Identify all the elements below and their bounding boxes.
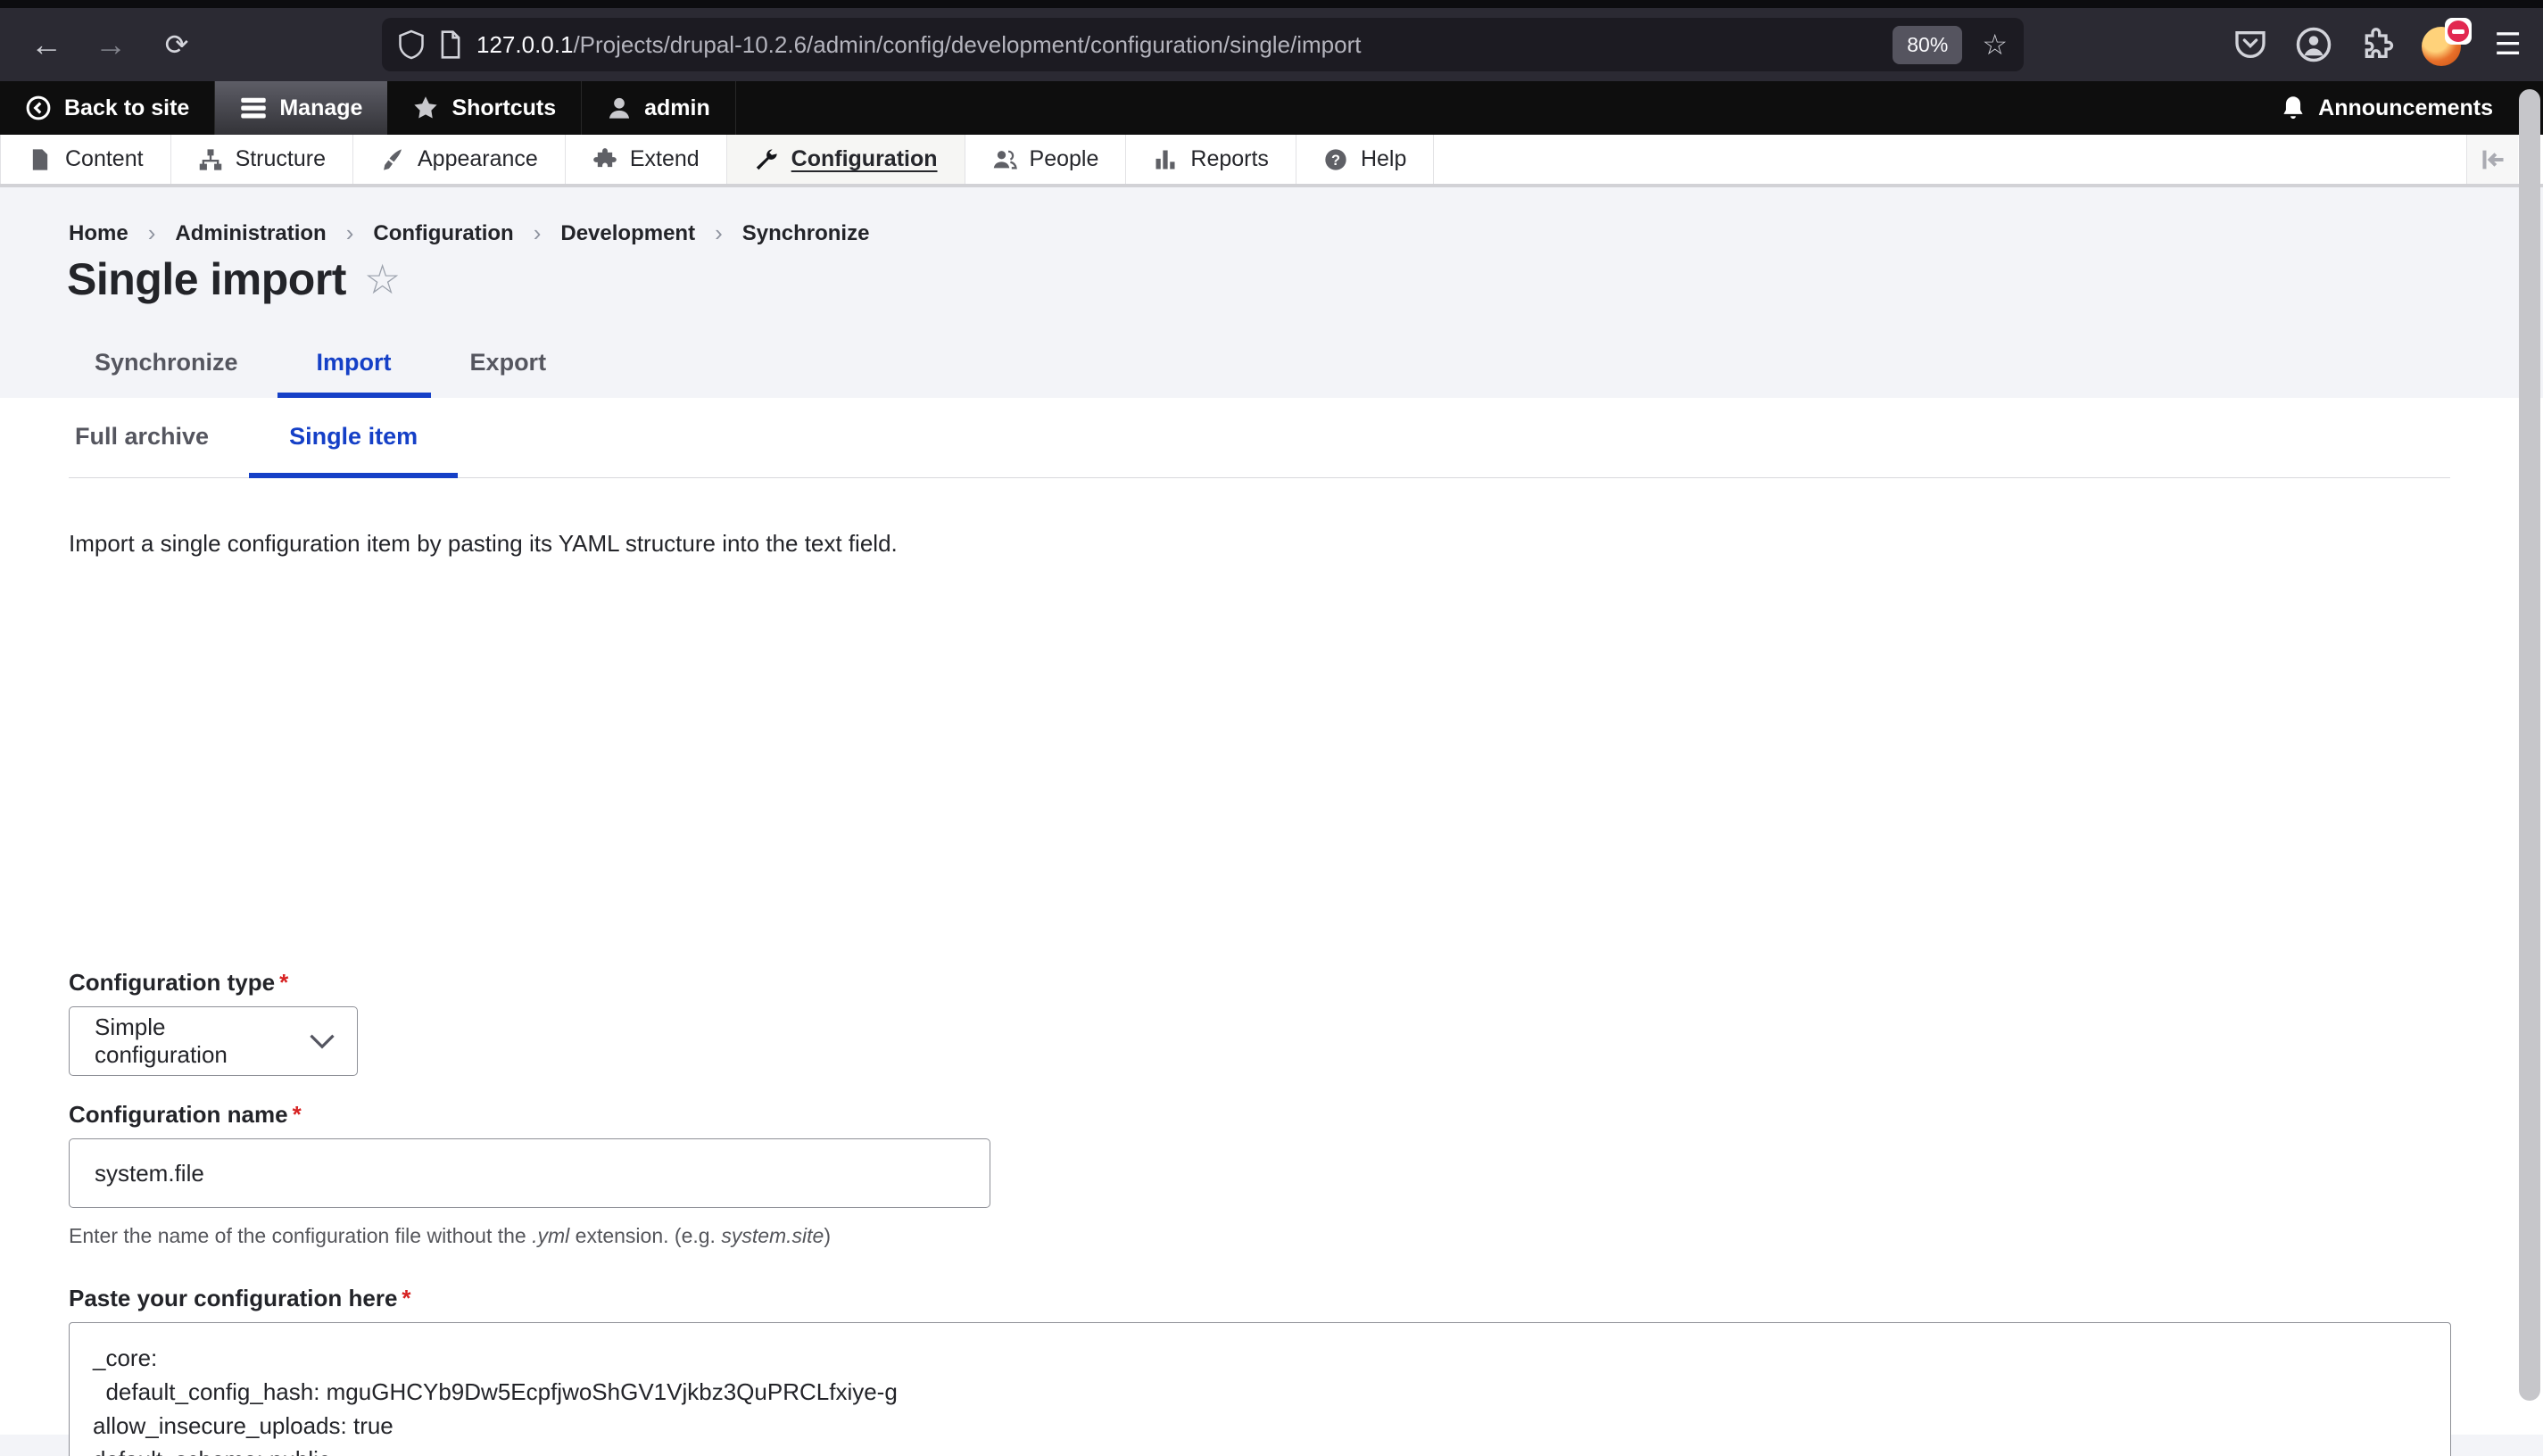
browser-forward-button[interactable]: →	[84, 8, 137, 81]
admin-menu-bar: Content Structure Appearance Extend Conf…	[0, 135, 2543, 187]
selected-value: Simple configuration	[95, 1013, 293, 1069]
browser-chrome: ← → ⟳ 127.0.0.1/Projects/drupal-10.2.6/a…	[0, 0, 2543, 81]
page-info-icon[interactable]	[439, 30, 462, 59]
configuration-type-label: Configuration type*	[69, 969, 288, 997]
paste-configuration-wrapper: _core: default_config_hash: mguGHCYb9Dw5…	[69, 1322, 2451, 1456]
primary-tabs: Synchronize Import Export	[55, 334, 585, 398]
breadcrumb-separator: ›	[715, 219, 723, 247]
browser-reload-button[interactable]: ⟳	[150, 8, 203, 81]
configuration-name-input[interactable]	[69, 1138, 990, 1208]
menu-item-appearance[interactable]: Appearance	[353, 135, 566, 184]
address-bar[interactable]: 127.0.0.1/Projects/drupal-10.2.6/admin/c…	[382, 18, 2024, 71]
menu-item-structure[interactable]: Structure	[171, 135, 353, 184]
page-header: Home › Administration › Configuration › …	[0, 187, 2543, 398]
admin-toolbar: Back to site Manage Shortcuts admin Anno…	[0, 81, 2543, 135]
breadcrumb-link-administration[interactable]: Administration	[175, 221, 326, 246]
manage-hamburger-icon	[240, 96, 267, 120]
shortcuts-button[interactable]: Shortcuts	[387, 81, 582, 135]
configuration-type-select[interactable]: Simple configuration	[69, 1006, 358, 1076]
paste-configuration-textarea[interactable]: _core: default_config_hash: mguGHCYb9Dw5…	[69, 1322, 2451, 1456]
svg-text:?: ?	[1331, 152, 1340, 168]
user-label: admin	[644, 95, 710, 121]
breadcrumb-link-development[interactable]: Development	[560, 221, 695, 246]
menu-label: Configuration	[791, 146, 938, 172]
help-icon: ?	[1323, 147, 1348, 172]
appearance-brush-icon	[380, 147, 405, 172]
shortcuts-star-icon	[412, 95, 439, 121]
menu-label: Help	[1361, 146, 1406, 172]
browser-tab-strip	[0, 0, 2543, 8]
breadcrumb-separator: ›	[346, 219, 354, 247]
chevron-down-icon	[309, 1032, 335, 1050]
paste-configuration-label: Paste your configuration here*	[69, 1285, 411, 1312]
reports-chart-icon	[1153, 147, 1178, 172]
pocket-icon[interactable]	[2232, 27, 2268, 62]
browser-toolbar-icons: ☰	[2232, 8, 2522, 81]
menu-item-extend[interactable]: Extend	[566, 135, 727, 184]
url-text: 127.0.0.1/Projects/drupal-10.2.6/admin/c…	[476, 31, 1362, 59]
announcements-button[interactable]: Announcements	[2281, 81, 2493, 135]
tab-import[interactable]: Import	[277, 334, 431, 398]
collapse-left-icon	[2480, 149, 2506, 170]
announcements-label: Announcements	[2318, 95, 2493, 121]
structure-sitemap-icon	[198, 147, 223, 172]
configuration-wrench-icon	[754, 147, 779, 172]
menu-label: People	[1030, 146, 1099, 172]
secondary-tabs: Full archive Single item	[35, 398, 458, 478]
tab-synchronize[interactable]: Synchronize	[55, 334, 277, 398]
user-icon	[607, 95, 632, 120]
intro-text: Import a single configuration item by pa…	[69, 530, 898, 558]
menu-label: Structure	[236, 146, 326, 172]
breadcrumb-link-home[interactable]: Home	[69, 221, 128, 246]
zoom-level-badge[interactable]: 80%	[1893, 26, 1962, 64]
main-content: Full archive Single item Import a single…	[0, 398, 2543, 1435]
manage-label: Manage	[279, 95, 362, 121]
menu-item-help[interactable]: ? Help	[1296, 135, 1434, 184]
firefox-extension-icon[interactable]	[2422, 21, 2468, 68]
extensions-puzzle-icon[interactable]	[2359, 27, 2395, 62]
menu-label: Appearance	[418, 146, 538, 172]
bookmark-star-icon[interactable]: ☆	[1982, 28, 2008, 62]
account-icon[interactable]	[2295, 26, 2332, 63]
shortcuts-label: Shortcuts	[451, 95, 556, 121]
content-file-icon	[28, 147, 53, 172]
page-title: Single import	[67, 253, 346, 305]
toolbar-collapse-button[interactable]	[2466, 135, 2518, 184]
menu-item-configuration[interactable]: Configuration	[727, 135, 965, 184]
breadcrumb: Home › Administration › Configuration › …	[69, 219, 869, 247]
menu-item-reports[interactable]: Reports	[1126, 135, 1296, 184]
menu-label: Content	[65, 146, 144, 172]
menu-label: Extend	[630, 146, 700, 172]
configuration-name-description: Enter the name of the configuration file…	[69, 1224, 831, 1248]
browser-menu-icon[interactable]: ☰	[2495, 27, 2522, 62]
breadcrumb-separator: ›	[148, 219, 156, 247]
required-mark: *	[402, 1285, 410, 1311]
menu-item-people[interactable]: People	[965, 135, 1127, 184]
bell-icon	[2281, 95, 2306, 121]
breadcrumb-link-synchronize[interactable]: Synchronize	[742, 221, 870, 246]
menu-item-content[interactable]: Content	[0, 135, 171, 184]
favorite-star-icon[interactable]: ☆	[364, 255, 401, 303]
tracking-shield-icon[interactable]	[398, 29, 425, 60]
user-account-button[interactable]: admin	[582, 81, 736, 135]
back-to-site-label: Back to site	[64, 95, 189, 121]
configuration-name-label: Configuration name*	[69, 1101, 302, 1129]
browser-scrollbar[interactable]	[2519, 89, 2540, 1401]
manage-button[interactable]: Manage	[215, 81, 387, 135]
breadcrumb-separator: ›	[534, 219, 542, 247]
subtab-single-item[interactable]: Single item	[249, 398, 458, 478]
extend-puzzle-icon	[592, 147, 617, 172]
required-mark: *	[279, 969, 288, 996]
menu-label: Reports	[1190, 146, 1269, 172]
people-icon	[992, 147, 1017, 172]
browser-back-button[interactable]: ←	[20, 8, 73, 81]
subtab-full-archive[interactable]: Full archive	[35, 398, 249, 478]
breadcrumb-link-configuration[interactable]: Configuration	[373, 221, 513, 246]
tab-export[interactable]: Export	[431, 334, 586, 398]
back-to-site-button[interactable]: Back to site	[0, 81, 215, 135]
back-circle-icon	[25, 95, 52, 121]
blocked-badge-icon	[2445, 18, 2472, 45]
required-mark: *	[293, 1101, 302, 1128]
